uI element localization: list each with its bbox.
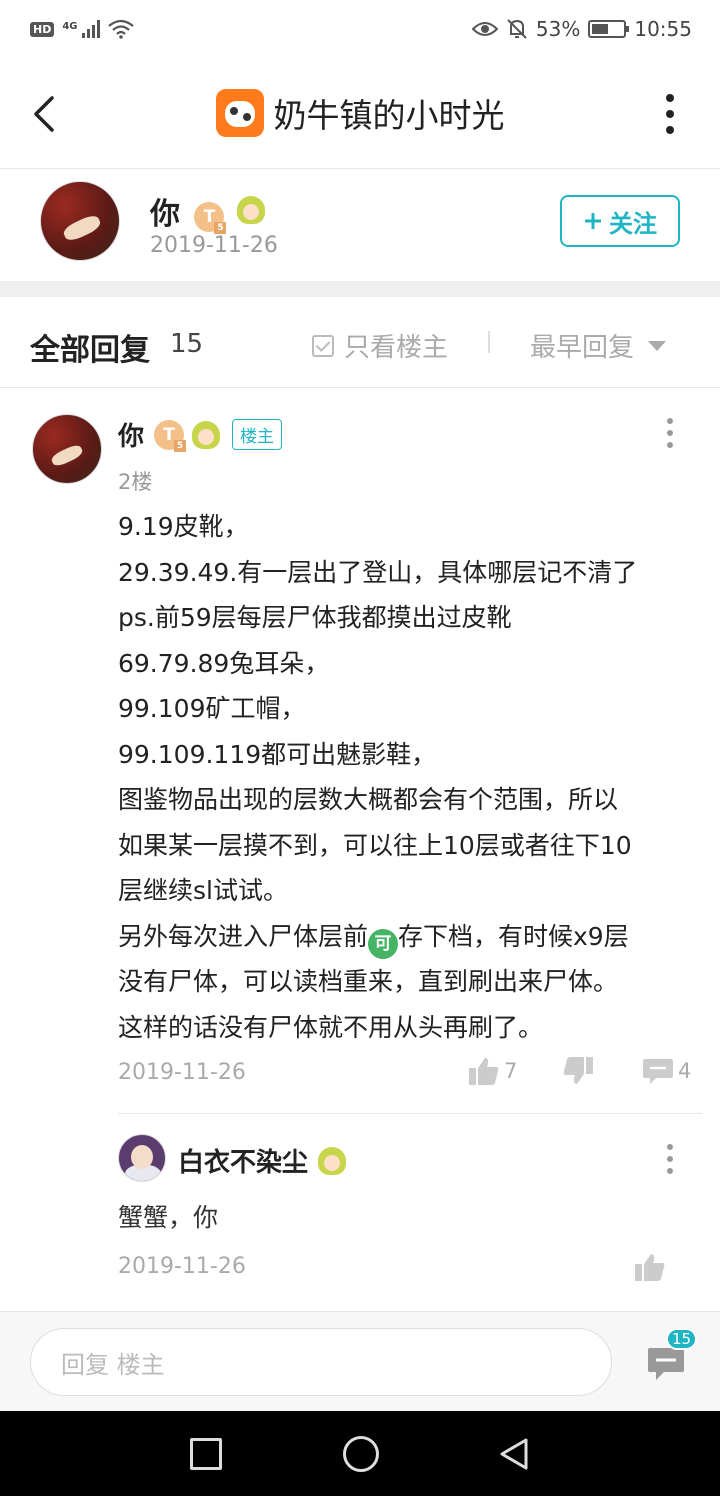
replies-header: 全部回复 15 只看楼主 最早回复 xyxy=(0,297,720,387)
reply-count: 4 xyxy=(678,1059,692,1083)
battery-icon xyxy=(588,20,630,38)
avatar-frame-badge xyxy=(235,194,267,226)
page-title-text: 奶牛镇的小时光 xyxy=(273,96,505,135)
sub-reply-text: 蟹蟹，你 xyxy=(118,1203,219,1232)
comment-line: 另外每次进入尸体层前可存下档，有时候x9层 xyxy=(118,914,698,960)
home-icon[interactable] xyxy=(343,1436,379,1472)
comment-bubble-icon[interactable] xyxy=(646,1344,686,1384)
op-tag: 楼主 xyxy=(232,419,283,450)
page-title: 奶牛镇的小时光 xyxy=(215,89,505,137)
comment-line: 99.109.119都可出魅影鞋， xyxy=(118,739,437,769)
network-type: 4G xyxy=(62,21,78,32)
thumbs-down-icon xyxy=(563,1057,593,1084)
comment-line: 29.39.49.有一层出了登山，具体哪层记不清了 xyxy=(118,557,638,587)
floor-number: 2楼 xyxy=(118,470,153,494)
comment-date: 2019-11-26 xyxy=(118,1060,246,1085)
recent-apps-icon[interactable] xyxy=(190,1438,222,1470)
signal-icon xyxy=(81,20,100,38)
author-name-row: 你 T5 xyxy=(150,189,267,234)
reply-count-badge: 15 xyxy=(666,1328,698,1350)
chevron-left-icon[interactable] xyxy=(28,92,64,136)
comment-line: 图鉴物品出现的层数大概都会有个范围，所以 xyxy=(118,785,619,814)
eye-comfort-icon xyxy=(471,22,498,36)
comment-more-icon[interactable] xyxy=(665,418,675,448)
comment-line: 层继续sl试试。 xyxy=(118,876,288,905)
sub-reply-author-name[interactable]: 白衣不染尘 xyxy=(178,1142,308,1179)
sort-select[interactable]: 最早回复 xyxy=(530,327,667,364)
only-op-filter[interactable]: 只看楼主 xyxy=(312,327,448,364)
replies-title: 全部回复 xyxy=(30,333,150,368)
replies-count: 15 xyxy=(170,329,204,359)
thumbs-up-icon xyxy=(469,1058,499,1085)
only-op-label: 只看楼主 xyxy=(344,333,449,363)
sub-reply: 白衣不染尘 蟹蟹，你 2019-11-26 xyxy=(0,1114,720,1310)
caret-down-icon xyxy=(648,340,667,351)
wifi-icon xyxy=(107,19,134,39)
alarm-off-icon xyxy=(507,19,527,39)
sub-reply-author-row: 白衣不染尘 xyxy=(178,1142,348,1179)
comment-author-row: 你 T5 楼主 xyxy=(118,416,283,453)
divider xyxy=(488,331,490,353)
comment-line: 69.79.89兔耳朵， xyxy=(118,648,330,678)
level-badge: T5 xyxy=(154,419,187,452)
comment-bubble-icon xyxy=(643,1059,673,1084)
reply-input[interactable]: 回复 楼主 xyxy=(30,1328,612,1396)
comment-line: 没有尸体，可以读档重来，直到刷出来尸体。 xyxy=(118,967,619,997)
post-date: 2019-11-26 xyxy=(150,233,278,258)
avatar-frame-badge xyxy=(316,1145,348,1177)
comment-body: 9.19皮靴， 29.39.49.有一层出了登山，具体哪层记不清了 ps.前59… xyxy=(118,504,698,1050)
dislike-button[interactable] xyxy=(562,1056,594,1086)
level-badge: T5 xyxy=(194,202,227,234)
battery-percent: 53% xyxy=(535,17,581,41)
system-nav-bar xyxy=(0,1411,720,1496)
avatar-frame-badge xyxy=(190,419,222,451)
sub-reply-date: 2019-11-26 xyxy=(118,1254,246,1279)
like-count: 7 xyxy=(504,1059,518,1083)
reply-count-button[interactable]: 4 xyxy=(642,1056,691,1086)
author-name[interactable]: 你 xyxy=(150,197,180,232)
reply-bar: 回复 楼主 15 xyxy=(0,1311,720,1411)
status-bar: HD 4G 53% 10:55 xyxy=(0,0,720,58)
section-divider xyxy=(0,281,720,297)
plus-icon xyxy=(585,213,601,229)
like-button[interactable]: 7 xyxy=(468,1056,517,1086)
sub-reply-more-icon[interactable] xyxy=(665,1144,675,1174)
follow-button[interactable]: 关注 xyxy=(560,195,680,247)
post-author-row: 你 T5 2019-11-26 关注 xyxy=(0,169,720,281)
hd-badge: HD xyxy=(30,21,55,37)
moo-town-game-icon xyxy=(215,89,264,137)
clock: 10:55 xyxy=(634,17,692,41)
ke-emoji-icon: 可 xyxy=(368,929,399,960)
avatar[interactable] xyxy=(32,414,102,484)
comment-line: ps.前59层每层尸体我都摸出过皮靴 xyxy=(118,603,512,632)
checkbox-icon[interactable] xyxy=(312,334,334,357)
sort-label: 最早回复 xyxy=(530,333,635,363)
comment-line: 9.19皮靴， xyxy=(118,512,249,541)
divider xyxy=(0,387,720,388)
comment-line: 99.109矿工帽， xyxy=(118,694,306,723)
title-bar: 奶牛镇的小时光 xyxy=(0,58,720,168)
thumbs-up-icon[interactable] xyxy=(634,1252,666,1282)
comment-line: 如果某一层摸不到，可以往上10层或者往下10 xyxy=(118,830,632,860)
comment-author-name[interactable]: 你 xyxy=(118,416,144,453)
more-vertical-icon[interactable] xyxy=(660,94,680,134)
avatar[interactable] xyxy=(118,1134,166,1182)
nav-back-icon[interactable] xyxy=(496,1436,532,1472)
avatar[interactable] xyxy=(40,181,120,261)
comment-line: 这样的话没有尸体就不用从头再刷了。 xyxy=(118,1012,544,1042)
